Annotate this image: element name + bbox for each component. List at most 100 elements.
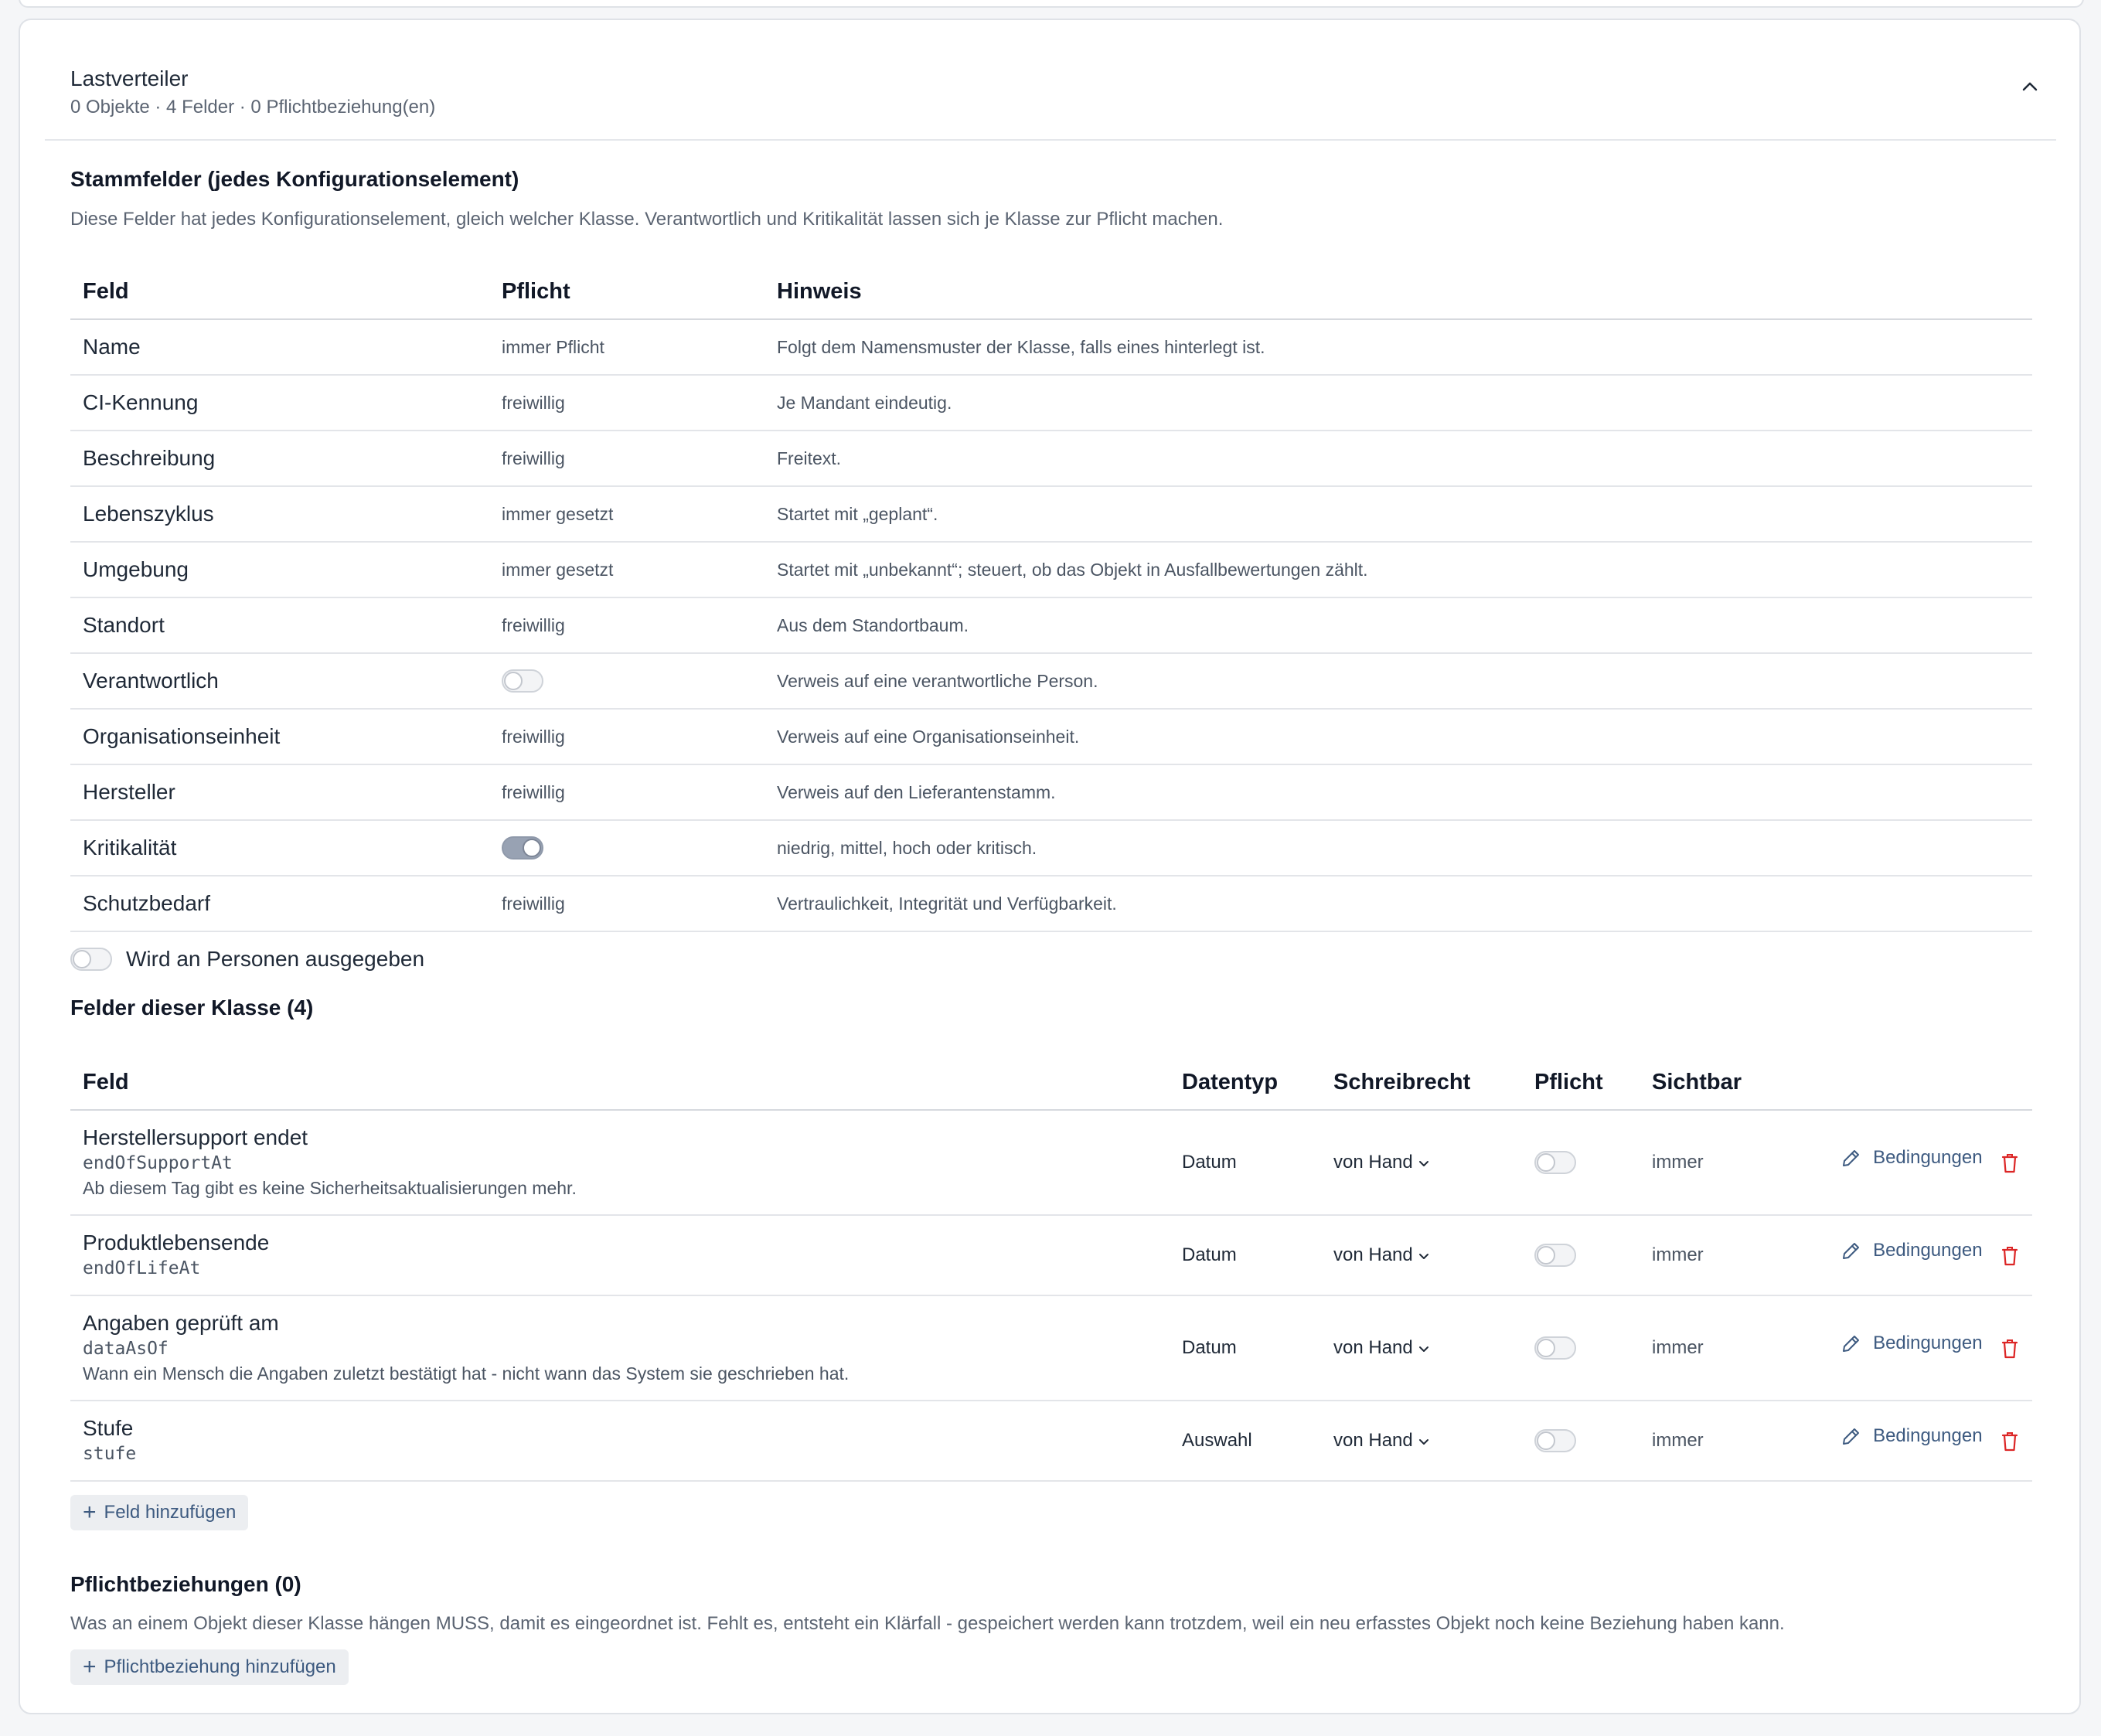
column-header-datatype: Datentyp (1170, 1055, 1321, 1111)
required-value: freiwillig (489, 709, 764, 765)
field-name: Beschreibung (70, 431, 489, 487)
conditions-button[interactable]: Bedingungen (1841, 1240, 1983, 1261)
pencil-icon (1843, 1149, 1860, 1166)
conditions-button[interactable]: Bedingungen (1841, 1333, 1983, 1354)
add-relation-button[interactable]: + Pflichtbeziehung hinzufügen (70, 1649, 349, 1685)
class-card: Lastverteiler 0 Objekte · 4 Felder · 0 P… (19, 19, 2081, 1714)
write-access-cell: von Hand (1321, 1295, 1522, 1401)
table-row: Produktlebensende endOfLifeAt Datum von … (70, 1215, 2032, 1296)
add-field-button[interactable]: + Feld hinzufügen (70, 1495, 249, 1530)
card-subtitle: 0 Objekte · 4 Felder · 0 Pflichtbeziehun… (70, 97, 436, 117)
table-row: Standort freiwillig Aus dem Standortbaum… (70, 597, 2032, 654)
field-datatype: Datum (1170, 1295, 1321, 1401)
write-access-select[interactable]: von Hand (1333, 1337, 1432, 1358)
toggle-knob (1537, 1246, 1555, 1265)
field-visible: immer (1640, 1215, 1810, 1296)
required-toggle[interactable] (1534, 1429, 1576, 1452)
required-cell (489, 820, 764, 877)
relations-title: Pflichtbeziehungen (0) (70, 1572, 301, 1596)
field-name: Produktlebensende (83, 1231, 270, 1254)
field-hint: Freitext. (764, 431, 2032, 487)
required-value: immer gesetzt (489, 542, 764, 598)
table-row: CI-Kennung freiwillig Je Mandant eindeut… (70, 375, 2032, 431)
column-header-required: Pflicht (1522, 1055, 1640, 1111)
conditions-button[interactable]: Bedingungen (1841, 1146, 1983, 1169)
column-header-visible: Sichtbar (1640, 1055, 1810, 1111)
table-row: Hersteller freiwillig Verweis auf den Li… (70, 764, 2032, 821)
previous-card-edge (19, 0, 2084, 8)
delete-field-button[interactable] (2001, 1338, 2018, 1363)
toggle-knob (1537, 1339, 1555, 1357)
required-cell (1522, 1215, 1640, 1296)
field-name: Hersteller (70, 764, 489, 821)
class-fields-title: Felder dieser Klasse (4) (70, 996, 314, 1019)
trash-icon (2001, 1432, 2018, 1452)
chevron-down-icon (1418, 1253, 1428, 1259)
field-hint: Verweis auf eine verantwortliche Person. (764, 653, 2032, 710)
card-title: Lastverteiler (70, 66, 189, 90)
required-cell (489, 653, 764, 710)
trash-icon (2001, 1339, 2018, 1359)
column-header-hint: Hinweis (764, 264, 2032, 320)
table-row: Umgebung immer gesetzt Startet mit „unbe… (70, 542, 2032, 598)
field-datatype: Auswahl (1170, 1401, 1321, 1482)
add-field-label: Feld hinzufügen (104, 1502, 237, 1523)
required-cell (1522, 1401, 1640, 1482)
trash-icon (2001, 1247, 2018, 1266)
field-name: Name (70, 319, 489, 376)
write-access-select[interactable]: von Hand (1333, 1244, 1432, 1265)
delete-field-button[interactable] (2001, 1245, 2018, 1271)
table-row: Organisationseinheit freiwillig Verweis … (70, 709, 2032, 765)
column-header-field: Feld (70, 264, 489, 320)
table-row: Name immer Pflicht Folgt dem Namensmuste… (70, 319, 2032, 376)
field-key: stufe (83, 1444, 137, 1464)
toggle-knob (1537, 1153, 1555, 1172)
chevron-up-icon[interactable] (2014, 71, 2045, 102)
pencil-icon (1843, 1335, 1860, 1352)
field-visible: immer (1640, 1401, 1810, 1482)
field-visible: immer (1640, 1295, 1810, 1401)
write-access-select[interactable]: von Hand (1333, 1430, 1432, 1451)
base-fields-table: Feld Pflicht Hinweis Name immer Pflicht … (70, 264, 2032, 932)
issued-to-persons-toggle[interactable] (70, 948, 112, 971)
field-description: Wann ein Mensch die Angaben zuletzt best… (83, 1363, 850, 1384)
required-toggle[interactable] (502, 669, 543, 693)
field-name: Organisationseinheit (70, 709, 489, 765)
required-toggle[interactable] (1534, 1244, 1576, 1267)
field-name: Umgebung (70, 542, 489, 598)
table-row: Schutzbedarf freiwillig Vertraulichkeit,… (70, 876, 2032, 932)
field-hint: Je Mandant eindeutig. (764, 375, 2032, 431)
field-name: Lebenszyklus (70, 486, 489, 543)
base-fields-description: Diese Felder hat jedes Konfigurationsele… (70, 209, 1224, 230)
field-visible: immer (1640, 1110, 1810, 1216)
field-key: dataAsOf (83, 1339, 169, 1359)
required-value: freiwillig (489, 764, 764, 821)
column-header-write-access: Schreibrecht (1321, 1055, 1522, 1111)
actions-cell: Bedingungen (1810, 1401, 2032, 1482)
toggle-knob (1537, 1431, 1555, 1450)
column-header-field: Feld (70, 1055, 1170, 1111)
write-access-select[interactable]: von Hand (1333, 1152, 1432, 1173)
card-header[interactable]: Lastverteiler 0 Objekte · 4 Felder · 0 P… (20, 20, 2079, 139)
field-datatype: Datum (1170, 1110, 1321, 1216)
field-name: Schutzbedarf (70, 876, 489, 932)
table-row: Kritikalität niedrig, mittel, hoch oder … (70, 820, 2032, 877)
conditions-label: Bedingungen (1873, 1146, 1983, 1168)
required-toggle[interactable] (1534, 1336, 1576, 1360)
pencil-icon (1843, 1428, 1860, 1445)
required-toggle[interactable] (1534, 1151, 1576, 1174)
required-toggle[interactable] (502, 836, 543, 859)
field-hint: Startet mit „unbekannt“; steuert, ob das… (764, 542, 2032, 598)
field-name: Standort (70, 597, 489, 654)
field-hint: Folgt dem Namensmuster der Klasse, falls… (764, 319, 2032, 376)
field-name: Herstellersupport endet (83, 1125, 308, 1149)
conditions-button[interactable]: Bedingungen (1841, 1425, 1983, 1447)
delete-field-button[interactable] (2001, 1152, 2018, 1178)
table-row: Verantwortlich Verweis auf eine verantwo… (70, 653, 2032, 710)
field-hint: Vertraulichkeit, Integrität und Verfügba… (764, 876, 2032, 932)
field-hint: Aus dem Standortbaum. (764, 597, 2032, 654)
write-access-cell: von Hand (1321, 1110, 1522, 1216)
delete-field-button[interactable] (2001, 1431, 2018, 1456)
field-cell: Angaben geprüft am dataAsOf Wann ein Men… (70, 1295, 1170, 1401)
required-value: freiwillig (489, 597, 764, 654)
